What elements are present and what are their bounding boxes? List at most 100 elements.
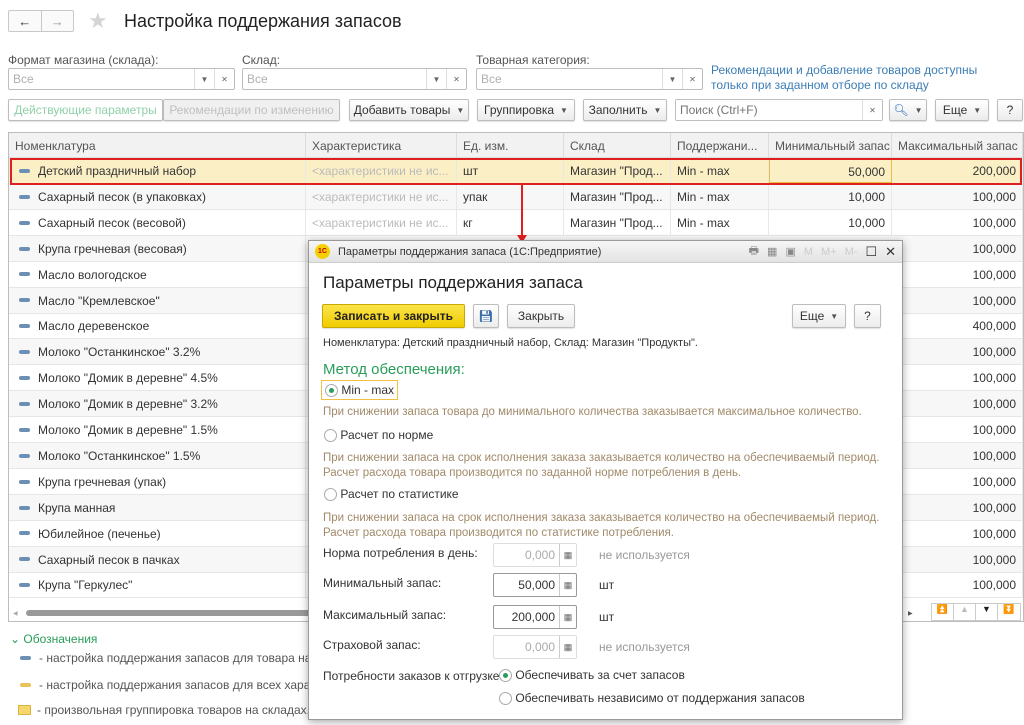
search-field[interactable]: ✕ [675,99,883,121]
dialog-more-button[interactable]: Еще ▼ [792,304,846,328]
cell-text: Сахарный песок (в упаковках) [38,189,207,204]
dialog-help-button[interactable]: ? [854,304,881,328]
category-label: Товарная категория: [476,53,590,67]
clear-icon[interactable]: ✕ [862,100,882,120]
cell-name: Молоко "Домик в деревне" 3.2% [9,391,306,417]
close-icon[interactable]: ✕ [885,244,896,260]
cell-name: Сахарный песок (весовой) [9,209,306,235]
radio[interactable] [324,488,337,502]
column-header[interactable]: Поддержани... [671,133,769,158]
cell-name: Крупа манная [9,494,306,520]
cell-name: Масло "Кремлевское" [9,287,306,313]
favorite-star-icon[interactable]: ★ [88,8,108,34]
warehouse-select[interactable]: Все ▼ ✕ [242,68,467,90]
next-row-icon[interactable]: ▼ [976,604,998,620]
row-nav-buttons: ⏫ ▲ ▼ ⏬ [931,603,1021,621]
close-button[interactable]: Закрыть [507,304,575,328]
needs-option-independent[interactable]: Обеспечивать независимо от поддержания з… [499,691,805,706]
format-select[interactable]: Все ▼ ✕ [8,68,235,90]
cell-unit: шт [457,158,564,183]
needs-option-stock[interactable]: Обеспечивать за счет запасов [499,668,685,683]
calculator-icon[interactable]: ▦ [767,245,777,258]
add-goods-button[interactable]: Добавить товары ▼ [349,99,469,121]
cell-text: 100,000 [972,526,1016,541]
cell-text: Молоко "Домик в деревне" 3.2% [38,397,218,412]
cell-text: 100,000 [972,552,1016,567]
method-title: Метод обеспечения: [323,361,465,378]
cell-name: Молоко "Останкинское" 3.2% [9,339,306,365]
back-button[interactable]: ← [9,11,41,31]
clear-icon[interactable]: ✕ [214,69,234,89]
table-row[interactable]: Детский праздничный набор <характеристики… [9,158,1023,184]
radio-selected[interactable] [325,384,338,398]
method-option-minmax[interactable]: Min - max [321,380,399,401]
print-icon[interactable]: 🖶 [749,242,759,261]
more-button[interactable]: Еще ▼ [935,99,989,121]
item-icon [19,531,30,536]
column-header[interactable]: Максимальный запас [892,133,1023,158]
cell-text: <характеристики не ис... [312,164,449,178]
calculator-icon[interactable]: ▦ [559,574,576,596]
column-header[interactable]: Характеристика [306,133,457,158]
legend-toggle[interactable]: ⌄ Обозначения [10,632,97,646]
calculator-icon[interactable]: ▦ [559,606,576,628]
chevron-down-icon[interactable]: ▼ [662,69,682,89]
fill-button[interactable]: Заполнить ▼ [583,99,667,121]
memory-minus-icon[interactable]: M- [845,246,858,258]
tab-recommendations[interactable]: Рекомендации по изменению [163,99,340,121]
tab-current-params[interactable]: Действующие параметры [8,99,163,121]
last-row-icon[interactable]: ⏬ [998,604,1020,620]
cell-text: 100,000 [972,241,1016,256]
save-close-button[interactable]: Записать и закрыть [322,304,465,328]
column-header[interactable]: Ед. изм. [457,133,564,158]
method-option-stats[interactable]: Расчет по статистике [324,487,459,502]
cell-max: 400,000 [892,313,1023,339]
radio[interactable] [324,429,337,443]
forward-button[interactable]: → [40,11,74,31]
cell-text: 100,000 [972,423,1016,437]
table-row[interactable]: Сахарный песок (весовой) <характеристики … [9,209,1023,236]
column-header[interactable]: Склад [564,133,671,158]
prev-row-icon[interactable]: ▲ [954,604,976,620]
chevron-down-icon[interactable]: ▼ [426,69,446,89]
help-button[interactable]: ? [997,99,1023,121]
format-label: Формат магазина (склада): [8,53,159,67]
memory-plus-icon[interactable]: M+ [821,246,837,258]
search-button[interactable]: 🔍︎ ▼ [889,99,927,121]
calendar-icon[interactable]: ▣ [785,245,795,258]
radio-selected[interactable] [499,669,512,683]
column-header[interactable]: Номенклатура [9,133,306,158]
category-select[interactable]: Все ▼ ✕ [476,68,703,90]
cell-max: 100,000 [892,520,1023,546]
cell-text: Детский праздничный набор [38,164,197,178]
number-input[interactable]: 50,000 ▦ [493,573,577,597]
radio[interactable] [499,692,512,706]
memory-icon[interactable]: M [804,246,813,258]
method-option-norm[interactable]: Расчет по норме [324,428,434,443]
field-label: Страховой запас: [323,638,421,652]
cell-text: Сахарный песок (весовой) [38,215,186,230]
maximize-icon[interactable]: ☐ [865,244,877,260]
clear-icon[interactable]: ✕ [446,69,466,89]
chevron-down-icon[interactable]: ▼ [194,69,214,89]
search-input[interactable] [676,100,862,120]
field-value[interactable]: 200,000 [494,606,559,628]
cell-text: кг [463,215,473,230]
clear-icon[interactable]: ✕ [682,69,702,89]
column-header[interactable]: Минимальный запас [769,133,892,158]
grouping-button[interactable]: Группировка ▼ [477,99,575,121]
scroll-left-icon[interactable]: ◀ [13,610,18,617]
field-unit: шт [599,578,615,592]
number-input[interactable]: 200,000 ▦ [493,605,577,629]
table-row[interactable]: Сахарный песок (в упаковках) <характерист… [9,183,1023,210]
save-icon[interactable]: 💾︎ [473,304,499,328]
more-label: Еще [799,309,825,323]
scroll-right-icon[interactable]: ▶ [908,610,913,617]
cell-text: Магазин "Прод... [570,164,663,178]
first-row-icon[interactable]: ⏫ [932,604,954,620]
option-label: Расчет по норме [340,428,434,442]
field-value[interactable]: 50,000 [494,574,559,596]
cell-char: <характеристики не ис... [306,158,457,183]
scroll-thumb[interactable] [25,610,316,616]
cell-text: Молоко "Останкинское" 3.2% [38,345,201,360]
